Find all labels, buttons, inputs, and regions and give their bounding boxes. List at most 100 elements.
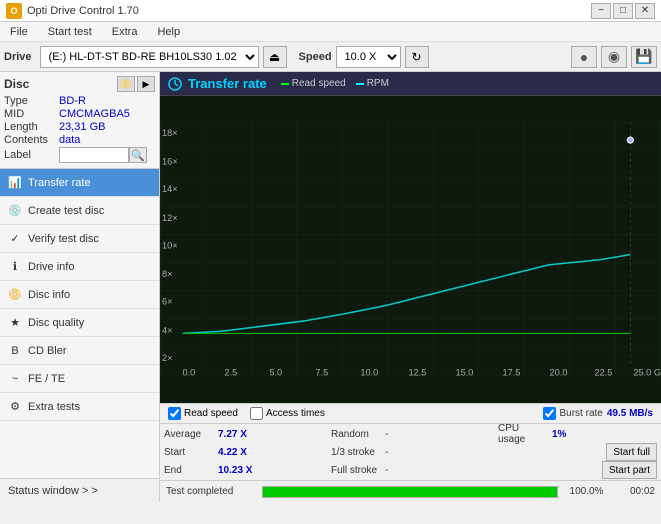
progress-percent: 100.0% bbox=[564, 486, 609, 497]
disc-contents-row: Contents data bbox=[4, 134, 155, 146]
disc-mid-value: CMCMAGBA5 bbox=[59, 108, 130, 120]
status-window-button[interactable]: Status window > > bbox=[0, 478, 159, 502]
burst-rate-checkbox-input[interactable] bbox=[543, 407, 556, 420]
menu-file[interactable]: File bbox=[4, 24, 34, 40]
drive-selector[interactable]: (E:) HL-DT-ST BD-RE BH10LS30 1.02 bbox=[40, 46, 259, 68]
average-stat-row: Average 7.27 X bbox=[160, 425, 327, 443]
nav-drive-info[interactable]: ℹ Drive info bbox=[0, 253, 159, 281]
disc-type-value: BD-R bbox=[59, 95, 86, 107]
progress-bar-outer bbox=[262, 486, 558, 498]
disc-length-value: 23,31 GB bbox=[59, 121, 105, 133]
disc-label-btn[interactable]: 🔍 bbox=[129, 147, 147, 163]
right-panel: Transfer rate Read speed RPM bbox=[160, 72, 661, 502]
disc-quality-icon: ★ bbox=[8, 316, 22, 330]
disc-length-label: Length bbox=[4, 121, 59, 133]
nav-disc-info-label: Disc info bbox=[28, 289, 70, 301]
menu-help[interactable]: Help bbox=[151, 24, 186, 40]
stats-col-3: CPU usage 1% Start full Start part bbox=[494, 425, 661, 479]
end-stat-row: End 10.23 X bbox=[160, 461, 327, 479]
disc-icon-btn-2[interactable]: ▶ bbox=[137, 76, 155, 92]
nav-cd-bler-label: CD Bler bbox=[28, 345, 67, 357]
burst-rate-value: 49.5 MB/s bbox=[607, 408, 653, 419]
nav-fe-te[interactable]: ~ FE / TE bbox=[0, 365, 159, 393]
svg-text:18×: 18× bbox=[162, 128, 178, 138]
chart-container: 18× 16× 14× 12× 10× 8× 6× 4× 2× 0.0 2.5 … bbox=[160, 96, 661, 403]
nav-drive-info-label: Drive info bbox=[28, 261, 74, 273]
svg-text:16×: 16× bbox=[162, 157, 178, 167]
nav-disc-quality[interactable]: ★ Disc quality bbox=[0, 309, 159, 337]
nav-disc-info[interactable]: 📀 Disc info bbox=[0, 281, 159, 309]
menu-start-test[interactable]: Start test bbox=[42, 24, 98, 40]
chart-title: Transfer rate bbox=[188, 76, 267, 91]
svg-text:10×: 10× bbox=[162, 240, 178, 250]
access-times-checkbox[interactable]: Access times bbox=[250, 407, 325, 420]
burst-rate-display: Burst rate 49.5 MB/s bbox=[543, 407, 654, 420]
svg-text:5.0: 5.0 bbox=[269, 367, 282, 377]
nav-extra-tests[interactable]: ⚙ Extra tests bbox=[0, 393, 159, 421]
eject-button[interactable]: ⏏ bbox=[263, 46, 287, 68]
start-full-button[interactable]: Start full bbox=[606, 443, 657, 461]
cd-bler-icon: B bbox=[8, 344, 22, 358]
svg-text:22.5: 22.5 bbox=[595, 367, 613, 377]
disc-header: Disc 📀 ▶ bbox=[4, 76, 155, 92]
stats-col-1: Average 7.27 X Start 4.22 X End 10.23 X bbox=[160, 425, 327, 479]
end-value: 10.23 X bbox=[218, 465, 253, 476]
drive-toolbar: Drive (E:) HL-DT-ST BD-RE BH10LS30 1.02 … bbox=[0, 42, 661, 72]
menu-bar: File Start test Extra Help bbox=[0, 22, 661, 42]
disc-type-row: Type BD-R bbox=[4, 95, 155, 107]
legend-read-speed-text: Read speed bbox=[292, 78, 346, 89]
close-button[interactable]: ✕ bbox=[635, 3, 655, 19]
access-times-checkbox-input[interactable] bbox=[250, 407, 263, 420]
legend-rpm-text: RPM bbox=[367, 78, 389, 89]
chart-icon bbox=[168, 77, 182, 91]
chart-header: Transfer rate Read speed RPM bbox=[160, 72, 661, 96]
nav-cd-bler[interactable]: B CD Bler bbox=[0, 337, 159, 365]
legend-rpm: RPM bbox=[356, 78, 389, 89]
nav-transfer-rate[interactable]: 📊 Transfer rate bbox=[0, 169, 159, 197]
disc-icons: 📀 ▶ bbox=[117, 76, 155, 92]
read-speed-checkbox[interactable]: Read speed bbox=[168, 407, 238, 420]
menu-extra[interactable]: Extra bbox=[106, 24, 144, 40]
svg-text:14×: 14× bbox=[162, 184, 178, 194]
title-bar-controls: − □ ✕ bbox=[591, 3, 655, 19]
read-speed-checkbox-label: Read speed bbox=[184, 408, 238, 419]
svg-text:25.0 GB: 25.0 GB bbox=[633, 367, 661, 377]
start-full-row: Start full bbox=[494, 443, 661, 461]
nav-verify-test-disc[interactable]: ✓ Verify test disc bbox=[0, 225, 159, 253]
start-label: Start bbox=[164, 447, 214, 458]
read-speed-checkbox-input[interactable] bbox=[168, 407, 181, 420]
progress-bar-inner bbox=[263, 487, 557, 497]
access-times-checkbox-label: Access times bbox=[266, 408, 325, 419]
sidebar: Disc 📀 ▶ Type BD-R MID CMCMAGBA5 Length … bbox=[0, 72, 160, 502]
svg-text:7.5: 7.5 bbox=[315, 367, 328, 377]
disc-title: Disc bbox=[4, 77, 29, 91]
disc-icon-btn-1[interactable]: 📀 bbox=[117, 76, 135, 92]
disc-label-input[interactable] bbox=[59, 147, 129, 163]
title-bar-left: O Opti Drive Control 1.70 bbox=[6, 3, 139, 19]
start-part-button[interactable]: Start part bbox=[602, 461, 657, 479]
cpu-value: 1% bbox=[552, 429, 587, 440]
save-button[interactable]: 💾 bbox=[631, 46, 657, 68]
icon-btn-2[interactable]: ◉ bbox=[601, 46, 627, 68]
app-title: Opti Drive Control 1.70 bbox=[27, 5, 139, 17]
progress-bar-area: Test completed 100.0% 00:02 bbox=[160, 480, 661, 502]
start-value: 4.22 X bbox=[218, 447, 253, 458]
maximize-button[interactable]: □ bbox=[613, 3, 633, 19]
transfer-rate-chart: 18× 16× 14× 12× 10× 8× 6× 4× 2× 0.0 2.5 … bbox=[160, 96, 661, 403]
verify-test-disc-icon: ✓ bbox=[8, 232, 22, 246]
svg-text:8×: 8× bbox=[162, 269, 172, 279]
icon-btn-1[interactable]: ● bbox=[571, 46, 597, 68]
average-label: Average bbox=[164, 429, 214, 440]
refresh-speed-button[interactable]: ↻ bbox=[405, 46, 429, 68]
nav-create-test-disc[interactable]: 💿 Create test disc bbox=[0, 197, 159, 225]
speed-selector[interactable]: 10.0 X bbox=[336, 46, 401, 68]
speed-label: Speed bbox=[299, 51, 332, 63]
random-label: Random bbox=[331, 429, 381, 440]
random-stat-row: Random - bbox=[327, 425, 494, 443]
minimize-button[interactable]: − bbox=[591, 3, 611, 19]
svg-text:2×: 2× bbox=[162, 353, 172, 363]
disc-label-row: Label 🔍 bbox=[4, 147, 155, 163]
disc-label-label: Label bbox=[4, 149, 59, 161]
stats-columns: Average 7.27 X Start 4.22 X End 10.23 X … bbox=[160, 424, 661, 480]
end-label: End bbox=[164, 465, 214, 476]
